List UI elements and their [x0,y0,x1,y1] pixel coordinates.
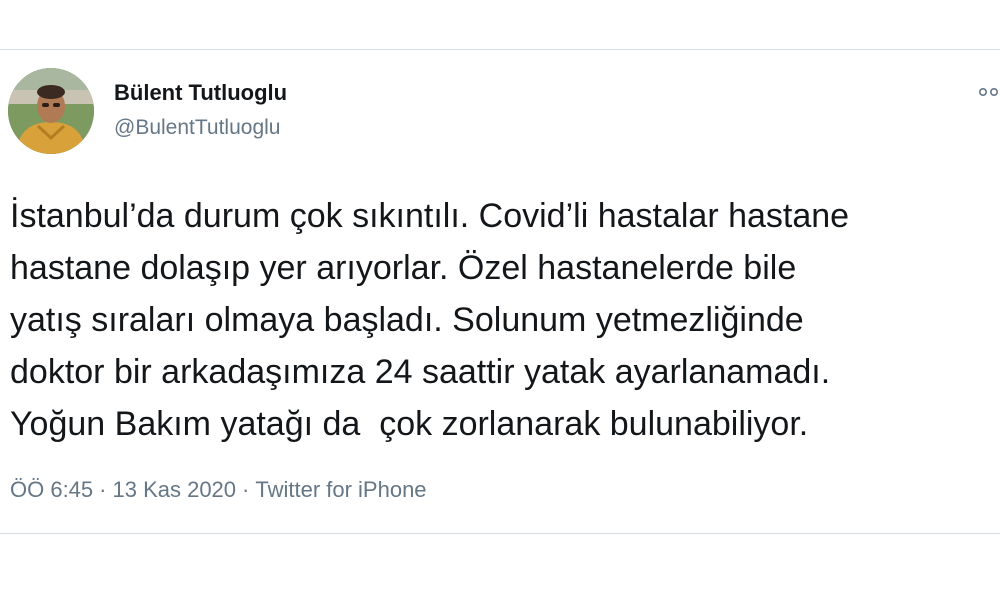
tweet-text-line: doktor bir arkadaşımıza 24 saattir yatak… [10,353,831,391]
tweet-source: Twitter for iPhone [255,477,427,502]
top-divider [0,49,1000,50]
tweet-text: İstanbul’da durum çok sıkıntılı. Covid’l… [10,190,995,450]
author-display-name[interactable]: Bülent Tutluoglu [114,80,287,106]
tweet-date: 13 Kas 2020 [112,477,237,502]
author-handle[interactable]: @BulentTutluoglu [114,116,280,140]
tweet-text-line: yatış sıraları olmaya başladı. Solunum y… [10,301,804,339]
tweet-meta: ÖÖ 6:45 · 13 Kas 2020 · Twitter for iPhone [10,477,427,503]
tweet-time: ÖÖ 6:45 [10,477,94,502]
bottom-divider [0,533,1000,534]
tweet-time-link[interactable]: ÖÖ 6:45 [10,477,93,502]
meta-separator: · [99,477,107,502]
avatar[interactable] [8,68,94,154]
tweet-source-link[interactable]: Twitter for iPhone [255,477,426,502]
user-avatar-photo-icon [8,68,94,154]
tweet-text-line: hastane dolaşıp yer arıyorlar. Özel hast… [10,249,797,287]
more-options-icon[interactable] [978,83,1000,103]
meta-separator: · [242,477,250,502]
tweet-date-link[interactable]: 13 Kas 2020 [112,477,236,502]
tweet-text-line: İstanbul’da durum çok sıkıntılı. Covid’l… [10,197,850,235]
tweet-text-line: Yoğun Bakım yatağı da çok zorlanarak bul… [10,405,809,443]
